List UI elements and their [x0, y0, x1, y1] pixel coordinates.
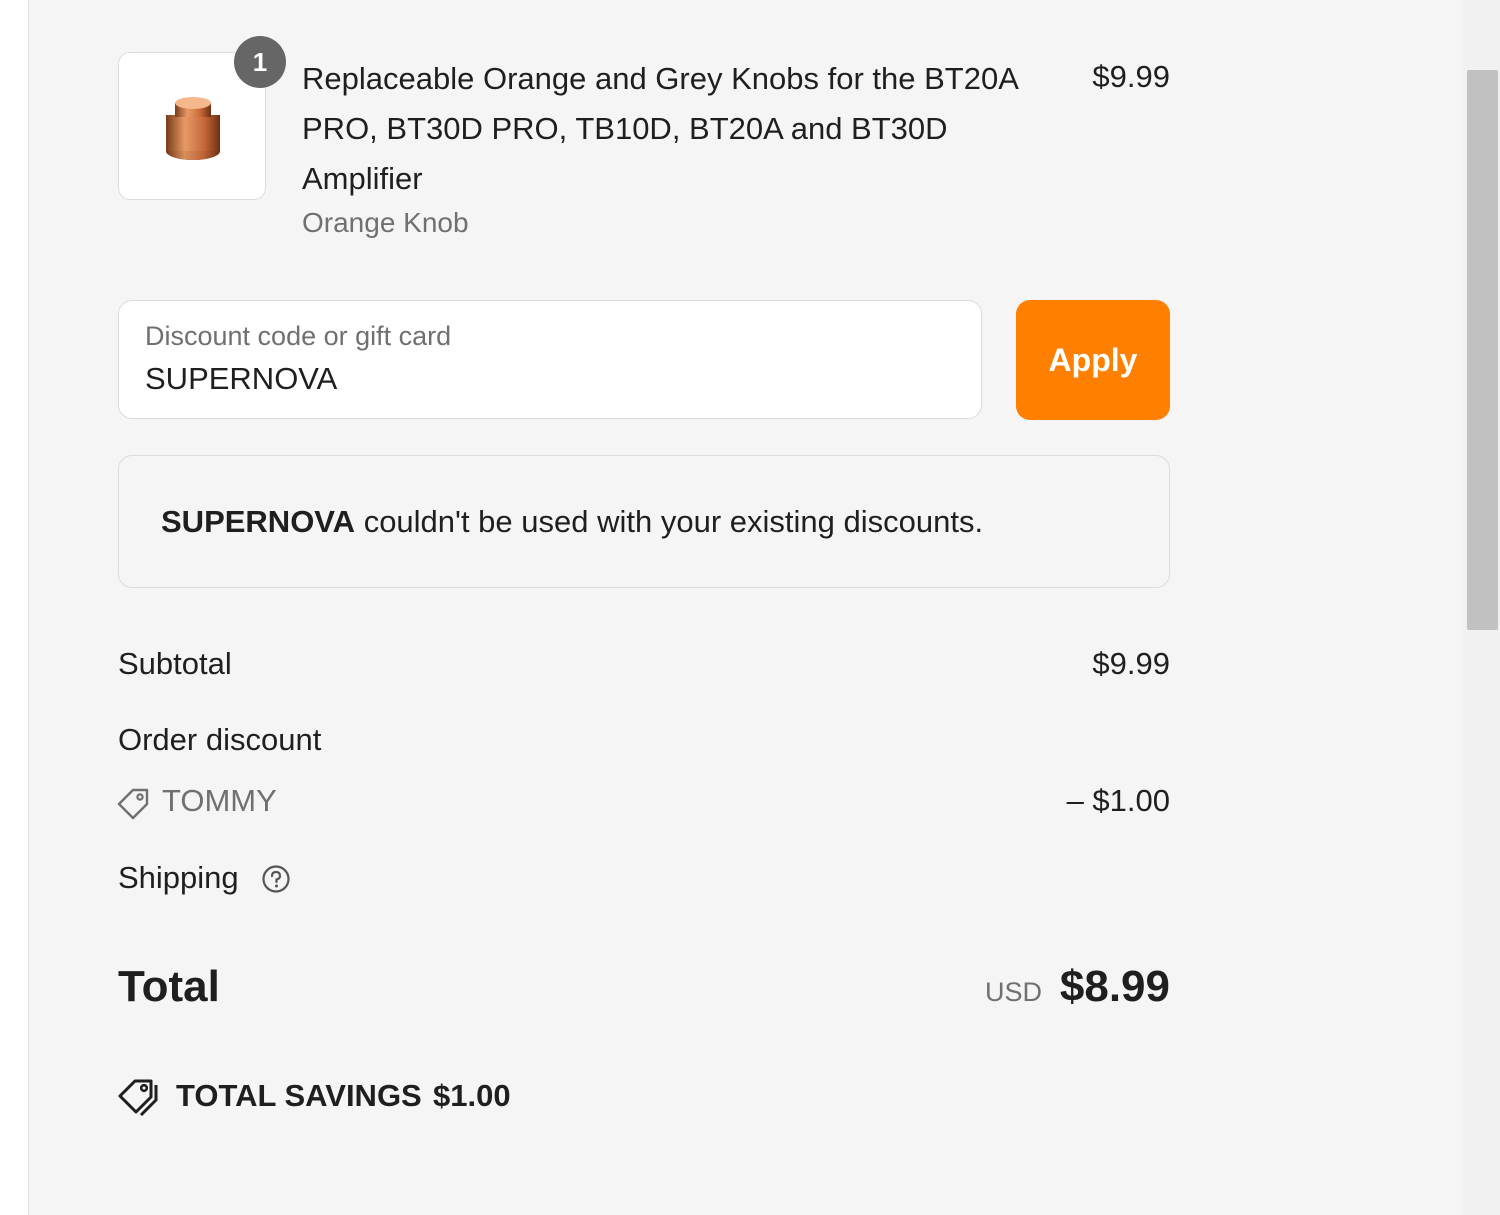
product-title: Replaceable Orange and Grey Knobs for th…: [302, 61, 1018, 196]
tag-icon: [117, 788, 149, 820]
discount-code-input[interactable]: SUPERNOVA: [145, 361, 337, 397]
subtotal-label: Subtotal: [118, 646, 232, 681]
discount-error-message: SUPERNOVA couldn't be used with your exi…: [118, 455, 1170, 588]
shipping-label: Shipping: [118, 860, 239, 895]
discount-code-field[interactable]: Discount code or gift card SUPERNOVA: [118, 300, 982, 419]
total-savings-value: $1.00: [433, 1078, 511, 1113]
total-value: $8.99: [1059, 962, 1170, 1011]
currency-code: USD: [984, 977, 1042, 1007]
quantity-badge: 1: [234, 36, 286, 88]
total-savings-label: TOTAL SAVINGS: [176, 1078, 422, 1113]
error-message: couldn't be used with your existing disc…: [355, 504, 984, 539]
applied-discount-code: TOMMY: [162, 783, 277, 818]
discount-value: – $1.00: [1066, 783, 1170, 818]
apply-button[interactable]: Apply: [1016, 300, 1170, 420]
scrollbar-thumb[interactable]: [1467, 70, 1498, 630]
subtotal-value: $9.99: [1092, 646, 1170, 681]
savings-tag-icon: [118, 1079, 158, 1116]
discount-field-label: Discount code or gift card: [145, 321, 452, 351]
product-price: $9.99: [1092, 59, 1170, 94]
order-discount-label: Order discount: [118, 722, 322, 757]
error-text: SUPERNOVA couldn't be used with your exi…: [161, 504, 983, 540]
product-variant: Orange Knob: [302, 207, 469, 238]
help-circle-icon[interactable]: [261, 864, 291, 894]
total-label: Total: [118, 962, 220, 1011]
error-code: SUPERNOVA: [161, 504, 356, 539]
